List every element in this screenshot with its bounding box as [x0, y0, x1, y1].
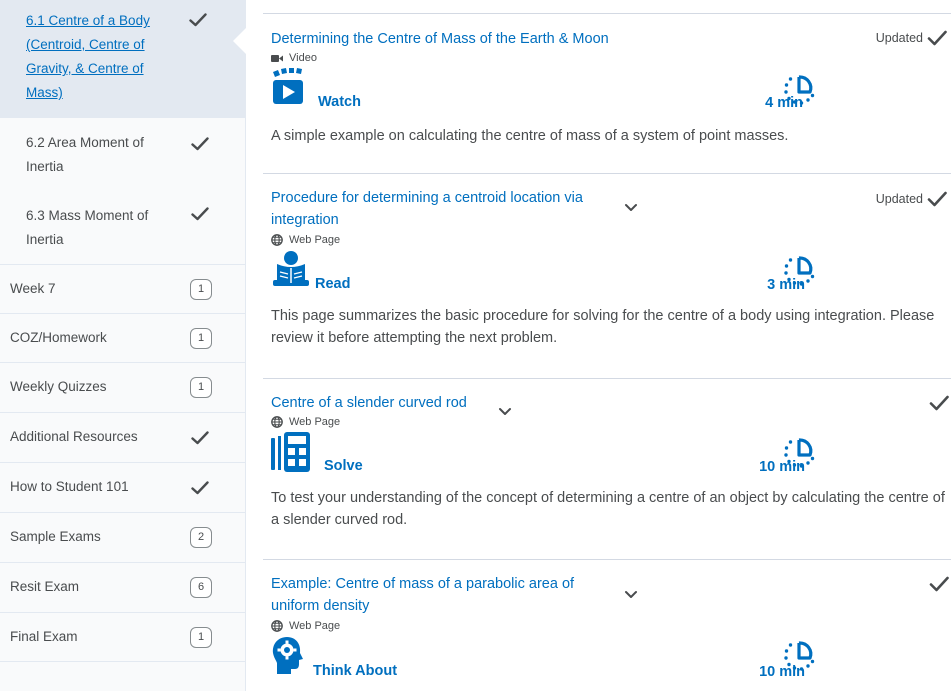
- sidebar-item-week-7[interactable]: Week 7 1: [0, 264, 246, 314]
- sidebar-item-coz-homework[interactable]: COZ/Homework 1: [0, 313, 246, 363]
- chevron-down-icon[interactable]: [498, 407, 512, 416]
- sidebar-item-label: Week 7: [10, 281, 56, 296]
- activity-label: Watch: [318, 94, 361, 110]
- sidebar-item-label: Weekly Quizzes: [10, 379, 107, 394]
- topic-title-link[interactable]: Determining the Centre of Mass of the Ea…: [271, 28, 609, 50]
- sidebar-item-label: Sample Exams: [10, 529, 101, 544]
- sidebar-item-label: 6.2 Area Moment of Inertia: [26, 135, 144, 174]
- checkmark-icon: [191, 207, 209, 221]
- updated-status: Updated: [876, 191, 947, 207]
- topic-type: Web Page: [271, 416, 340, 428]
- sidebar-item-label: Final Exam: [10, 629, 78, 644]
- activity-label: Solve: [324, 458, 363, 474]
- checkmark-icon: [929, 576, 949, 592]
- globe-icon: [271, 620, 283, 632]
- topic-type: Web Page: [271, 620, 340, 632]
- checkmark-icon: [191, 137, 209, 151]
- globe-icon: [271, 416, 283, 428]
- topic-type-label: Web Page: [289, 416, 341, 428]
- topic-item: Procedure for determining a centroid loc…: [263, 173, 951, 378]
- video-camera-icon: [271, 54, 283, 62]
- sidebar-item-label: COZ/Homework: [10, 330, 107, 345]
- sidebar-item-centre-of-body[interactable]: 6.1 Centre of a Body (Centroid, Centre o…: [0, 0, 246, 118]
- topic-description: To test your understanding of the concep…: [271, 490, 945, 528]
- sidebar-item-final-exam[interactable]: Final Exam 1: [0, 612, 246, 662]
- unread-count-badge: 1: [190, 328, 212, 349]
- sidebar-item-label: Additional Resources: [10, 429, 138, 444]
- topic-description: A simple example on calculating the cent…: [271, 128, 789, 144]
- topic-type-label: Web Page: [289, 620, 341, 632]
- updated-status: Updated: [876, 30, 947, 46]
- topic-item: Example: Centre of mass of a parabolic a…: [263, 559, 951, 691]
- globe-icon: [271, 234, 283, 246]
- sidebar-item-how-to-student[interactable]: How to Student 101: [0, 462, 246, 512]
- updated-label: Updated: [875, 192, 923, 206]
- sidebar-item-mass-moment[interactable]: 6.3 Mass Moment of Inertia: [0, 190, 246, 264]
- topic-title-link[interactable]: Centre of a slender curved rod: [271, 392, 467, 414]
- topic-type-label: Web Page: [289, 234, 341, 246]
- clock-icon: [784, 641, 815, 671]
- sidebar-item-resit-exam[interactable]: Resit Exam 6: [0, 562, 246, 612]
- calculator-icon: [271, 432, 310, 472]
- checkmark-icon: [929, 395, 949, 411]
- unread-count-badge: 2: [190, 527, 212, 548]
- unread-count-badge: 1: [190, 377, 212, 398]
- clock-icon: [784, 75, 815, 105]
- topic-type-label: Video: [289, 52, 317, 64]
- topic-description: This page summarizes the basic procedure…: [271, 308, 935, 346]
- person-reading-icon: [273, 251, 309, 286]
- sidebar-item-label: How to Student 101: [10, 479, 129, 494]
- clock-icon: [784, 438, 815, 468]
- sidebar-item-label: Resit Exam: [10, 579, 80, 594]
- checkmark-icon: [927, 30, 947, 46]
- unread-count-badge: 1: [190, 279, 212, 300]
- checkmark-icon: [189, 13, 207, 27]
- topic-title-link[interactable]: Procedure for determining a centroid loc…: [271, 187, 601, 231]
- active-item-pointer: [233, 28, 246, 54]
- clapperboard-play-icon: [273, 68, 303, 104]
- topic-item: Determining the Centre of Mass of the Ea…: [263, 13, 951, 173]
- topic-type: Video: [271, 52, 317, 64]
- checkmark-icon: [191, 431, 209, 445]
- clock-icon: [784, 256, 815, 286]
- activity-label: Think About: [313, 663, 398, 679]
- head-gear-icon: [272, 637, 303, 674]
- topic-title-link[interactable]: Example: Centre of mass of a parabolic a…: [271, 573, 601, 617]
- sidebar-item-label[interactable]: 6.1 Centre of a Body (Centroid, Centre o…: [26, 9, 166, 105]
- sidebar-item-label: 6.3 Mass Moment of Inertia: [26, 208, 149, 247]
- chevron-down-icon[interactable]: [624, 203, 638, 212]
- checkmark-icon: [191, 481, 209, 495]
- topic-type: Web Page: [271, 234, 340, 246]
- topic-item: Centre of a slender curved rod Web Page …: [263, 378, 951, 559]
- sidebar-item-weekly-quizzes[interactable]: Weekly Quizzes 1: [0, 362, 246, 412]
- sidebar: 6.1 Centre of a Body (Centroid, Centre o…: [0, 0, 246, 691]
- sidebar-item-additional-resources[interactable]: Additional Resources: [0, 412, 246, 462]
- sidebar-item-sample-exams[interactable]: Sample Exams 2: [0, 512, 246, 562]
- activity-label: Read: [315, 276, 351, 292]
- updated-label: Updated: [875, 31, 923, 45]
- unread-count-badge: 1: [190, 627, 212, 648]
- chevron-down-icon[interactable]: [624, 590, 638, 599]
- unread-count-badge: 6: [190, 577, 212, 598]
- checkmark-icon: [927, 191, 947, 207]
- sidebar-item-area-moment[interactable]: 6.2 Area Moment of Inertia: [0, 118, 246, 190]
